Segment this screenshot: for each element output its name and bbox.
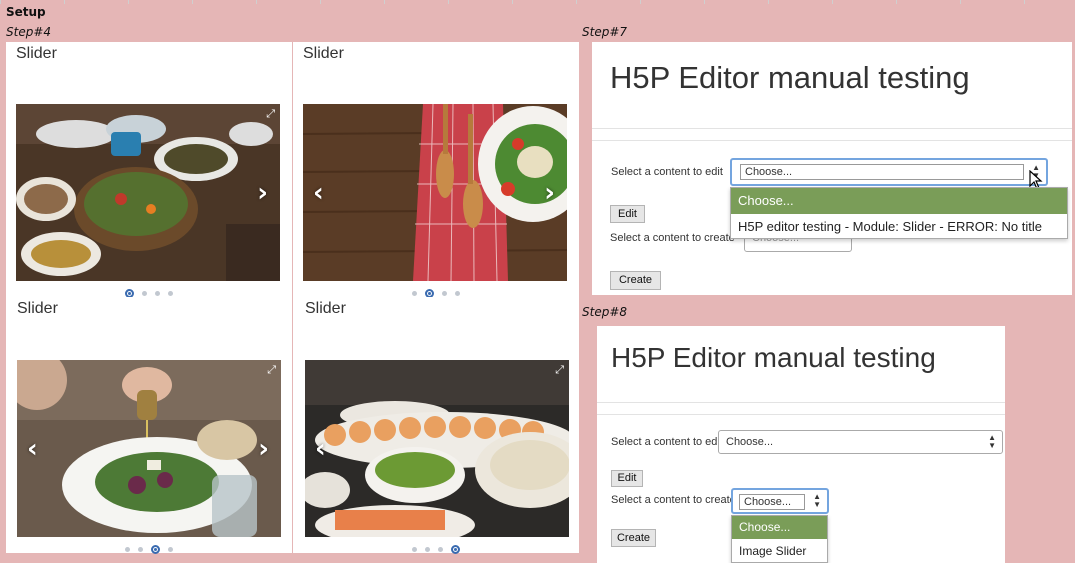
select-value: Choose... [740,164,1024,180]
fullscreen-icon[interactable]: ⤢ [267,363,276,377]
step4-label: Step#4 [6,25,52,39]
slide-image-buffet[interactable]: › ⤢ [16,104,280,281]
create-select-label: Select a content to create [610,232,735,244]
sheet-gridlines [0,0,1075,4]
slide-dot-4[interactable] [455,291,460,297]
edit-content-select[interactable]: Choose... ▲ ▼ [730,158,1048,186]
slider-title: Slider [16,45,57,62]
next-slide-arrow[interactable]: › [257,180,268,206]
slide-dot-3[interactable] [155,291,160,297]
slider-panel-1: Slider › ⤢ [6,42,292,299]
fullscreen-icon[interactable]: ⤢ [266,107,275,121]
slide-indicator [6,541,292,555]
slider-panel-3: Slider ‹ › ⤢ [6,297,292,555]
setup-label: Setup [6,5,46,19]
previous-slide-arrow[interactable]: ‹ [315,436,326,462]
slider-panel-4: Slider ‹ ⤢ [293,297,579,555]
slide-dot-4[interactable] [168,547,173,553]
slide-dot-3[interactable] [151,545,160,555]
slide-dot-3[interactable] [442,291,447,297]
dropdown-option-image-slider[interactable]: Image Slider [732,540,827,563]
slide-indicator [293,541,579,555]
next-slide-arrow[interactable]: › [544,180,555,206]
slide-indicator [6,285,292,299]
editor-panel-step7: H5P Editor manual testing Select a conte… [592,42,1072,295]
slide-dot-4[interactable] [168,291,173,297]
dropdown-option-choose[interactable]: Choose... [731,188,1067,214]
slider-title: Slider [303,45,344,62]
slider-title: Slider [305,300,346,317]
slide-dot-2[interactable] [142,291,147,297]
edit-select-label: Select a content to edit [611,436,723,448]
food-photo [305,360,569,537]
slider-panel-2: Slider ‹ › [293,42,579,299]
next-slide-arrow[interactable]: › [258,436,269,462]
slide-dot-1[interactable] [125,547,130,553]
edit-select-label: Select a content to edit [611,166,723,178]
dropdown-option-choose[interactable]: Choose... [732,516,827,539]
create-button[interactable]: Create [611,529,656,547]
slide-dot-4[interactable] [451,545,460,555]
slide-dot-2[interactable] [138,547,143,553]
fullscreen-icon[interactable]: ⤢ [555,363,564,377]
create-select-label: Select a content to create [611,494,736,506]
slide-image-salad-oil[interactable]: ‹ › ⤢ [17,360,281,537]
create-select-dropdown: Choose... Image Slider [731,515,828,563]
slide-dot-2[interactable] [425,547,430,553]
slide-dot-1[interactable] [412,547,417,553]
dropdown-option-slider[interactable]: H5P editor testing - Module: Slider - ER… [731,215,1067,239]
content-divider [597,414,1005,415]
food-photo [303,104,567,281]
page-title: H5P Editor manual testing [610,60,970,95]
food-photo [17,360,281,537]
editor-panel-step8: H5P Editor manual testing Select a conte… [597,326,1005,563]
select-value: Choose... [726,436,774,448]
slide-dot-3[interactable] [438,547,443,553]
edit-button[interactable]: Edit [611,470,643,487]
edit-content-select[interactable]: Choose... ▲ ▼ [718,430,1003,454]
slider-title: Slider [17,300,58,317]
content-divider [592,140,1072,141]
slide-image-wood-table[interactable]: ‹ › [303,104,567,281]
slide-image-sushi[interactable]: ‹ ⤢ [305,360,569,537]
create-content-select[interactable]: Choose... ▲ ▼ [731,488,829,514]
previous-slide-arrow[interactable]: ‹ [27,436,38,462]
header-divider [597,402,1005,403]
select-value: Choose... [739,494,805,510]
edit-select-dropdown: Choose... H5P editor testing - Module: S… [730,187,1068,239]
page-title: H5P Editor manual testing [611,342,936,373]
step8-label: Step#8 [582,305,628,319]
food-photo [16,104,280,281]
chevron-updown-icon: ▲ ▼ [988,433,996,450]
previous-slide-arrow[interactable]: ‹ [313,180,324,206]
header-divider [592,128,1072,129]
edit-button[interactable]: Edit [610,205,645,223]
slide-dot-1[interactable] [412,291,417,297]
chevron-updown-icon: ▲ ▼ [813,492,821,509]
step7-label: Step#7 [582,25,628,39]
slide-indicator [293,285,579,299]
create-button[interactable]: Create [610,271,661,290]
